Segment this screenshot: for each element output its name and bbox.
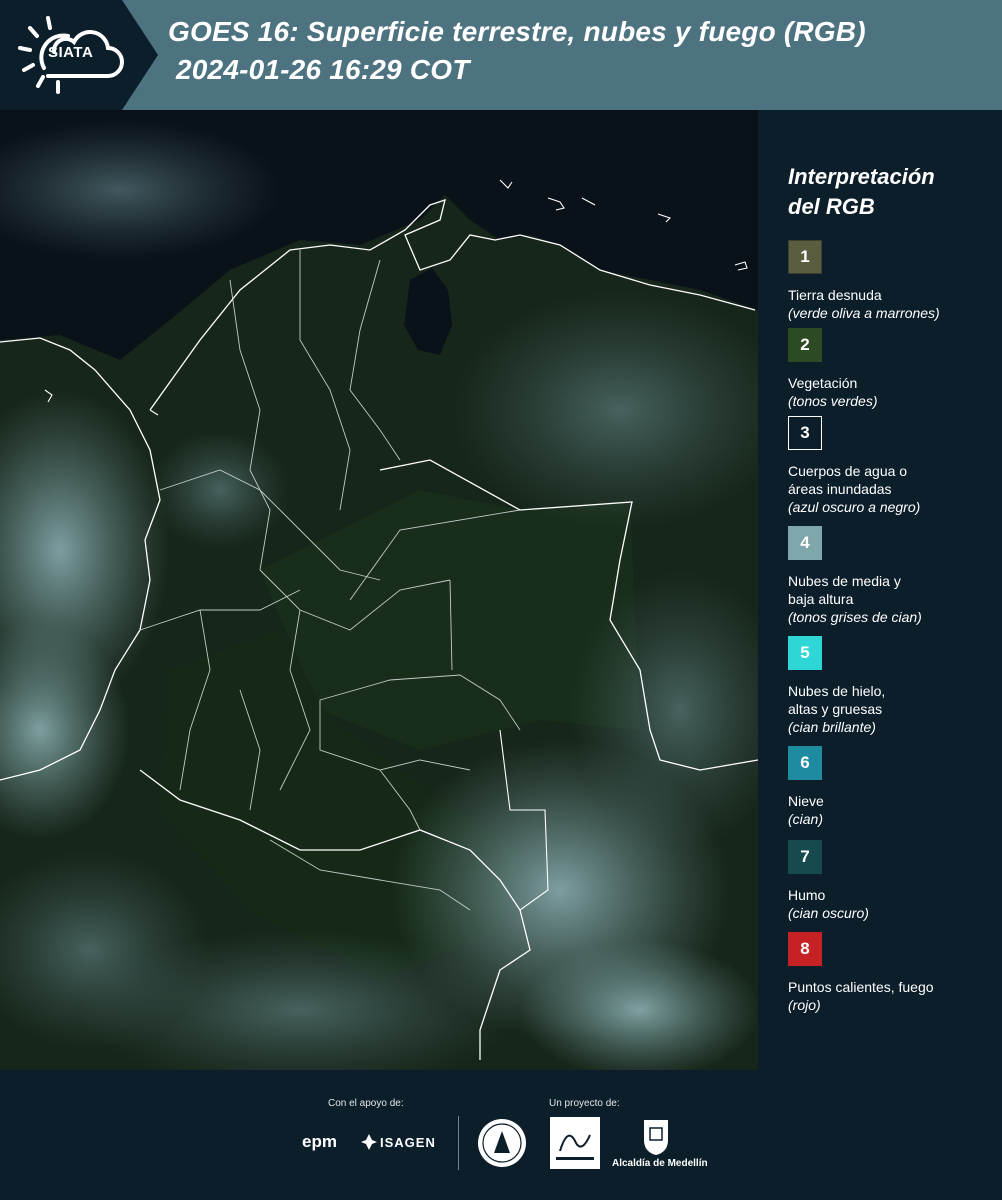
university-seal-icon xyxy=(478,1119,526,1167)
legend-item: 7 Humo (cian oscuro) xyxy=(788,840,988,932)
project-label: Un proyecto de: xyxy=(549,1098,620,1109)
medellin-coat-of-arms-icon xyxy=(644,1120,668,1155)
map-image xyxy=(0,110,758,1070)
legend-label: Nubes de hielo, altas y gruesas xyxy=(788,682,988,718)
legend-swatch: 3 xyxy=(788,416,822,450)
legend-label: Nubes de media y baja altura xyxy=(788,572,988,608)
legend-item: 4 Nubes de media y baja altura (tonos gr… xyxy=(788,526,988,636)
legend-title: Interpretación del RGB xyxy=(788,162,988,222)
legend-swatch: 4 xyxy=(788,526,822,560)
legend-sub: (cian oscuro) xyxy=(788,905,869,921)
legend-label: Humo xyxy=(788,887,826,903)
header: SIATA GOES 16: Superficie terrestre, nub… xyxy=(0,0,1002,110)
legend-swatch: 6 xyxy=(788,746,822,780)
legend-sub: (azul oscuro a negro) xyxy=(788,499,921,515)
legend-label-line1: Cuerpos de agua o xyxy=(788,463,908,479)
footer-divider xyxy=(458,1116,459,1170)
legend-sub: (cian brillante) xyxy=(788,719,876,735)
legend-title-line2: del RGB xyxy=(788,194,875,219)
legend-label-line2: altas y gruesas xyxy=(788,701,883,717)
legend: Interpretación del RGB 1 Tierra desnuda … xyxy=(788,162,988,1024)
legend-label-line2: baja altura xyxy=(788,591,854,607)
legend-sub: (tonos verdes) xyxy=(788,393,878,409)
area-metropolitana-logo-icon xyxy=(550,1117,600,1169)
alcaldia-label: Alcaldía de Medellín xyxy=(612,1158,708,1169)
legend-item: 8 Puntos calientes, fuego (rojo) xyxy=(788,932,988,1024)
legend-item: 1 Tierra desnuda (verde oliva a marrones… xyxy=(788,240,988,328)
legend-item: 6 Nieve (cian) xyxy=(788,746,988,840)
footer: Con el apoyo de: Un proyecto de: epm ISA… xyxy=(0,1070,1002,1200)
page-title: GOES 16: Superficie terrestre, nubes y f… xyxy=(168,16,866,47)
legend-sub: (verde oliva a marrones) xyxy=(788,305,940,321)
legend-label-line2: áreas inundadas xyxy=(788,481,892,497)
legend-label: Tierra desnuda xyxy=(788,287,882,303)
legend-sub: (rojo) xyxy=(788,997,821,1013)
legend-label: Cuerpos de agua o áreas inundadas xyxy=(788,462,988,498)
timestamp: 2024-01-26 16:29 COT xyxy=(176,54,470,85)
legend-swatch: 1 xyxy=(788,240,822,274)
legend-label: Puntos calientes, fuego xyxy=(788,979,934,995)
legend-swatch: 7 xyxy=(788,840,822,874)
legend-label-line1: Nubes de media y xyxy=(788,573,901,589)
legend-items: 1 Tierra desnuda (verde oliva a marrones… xyxy=(788,240,988,1024)
legend-title-line1: Interpretación xyxy=(788,164,935,189)
support-label: Con el apoyo de: xyxy=(328,1098,404,1109)
legend-item: 2 Vegetación (tonos verdes) xyxy=(788,328,988,416)
legend-item: 3 Cuerpos de agua o áreas inundadas (azu… xyxy=(788,416,988,526)
satellite-map[interactable] xyxy=(0,110,758,1070)
isagen-logo-icon xyxy=(361,1134,377,1150)
legend-label: Nieve xyxy=(788,793,824,809)
legend-sub: (tonos grises de cian) xyxy=(788,609,922,625)
legend-label: Vegetación xyxy=(788,375,858,391)
legend-swatch: 2 xyxy=(788,328,822,362)
legend-swatch: 5 xyxy=(788,636,822,670)
legend-sub: (cian) xyxy=(788,811,824,827)
isagen-logo: ISAGEN xyxy=(380,1135,436,1150)
legend-swatch: 8 xyxy=(788,932,822,966)
logo-text: SIATA xyxy=(48,44,94,61)
legend-item: 5 Nubes de hielo, altas y gruesas (cian … xyxy=(788,636,988,746)
legend-label-line1: Nubes de hielo, xyxy=(788,683,886,699)
epm-logo: epm xyxy=(302,1132,337,1151)
